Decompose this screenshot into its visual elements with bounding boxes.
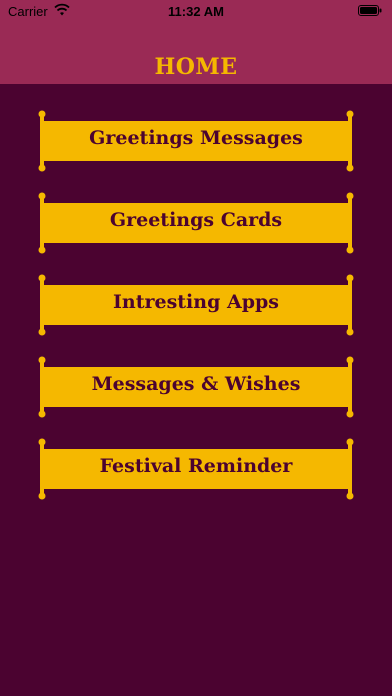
- menu-item-intresting-apps[interactable]: Intresting Apps: [36, 274, 356, 336]
- menu-item-label: Intresting Apps: [113, 291, 279, 313]
- battery-icon: [358, 5, 382, 16]
- top-bar: Carrier 11:32 AM HOME: [0, 0, 392, 84]
- status-time: 11:32 AM: [168, 4, 224, 19]
- menu-item-messages-wishes[interactable]: Messages & Wishes: [36, 356, 356, 418]
- page-title: HOME: [154, 54, 238, 80]
- menu-item-label: Greetings Messages: [89, 127, 303, 149]
- menu-item-festival-reminder[interactable]: Festival Reminder: [36, 438, 356, 500]
- status-bar: Carrier 11:32 AM: [0, 0, 392, 22]
- home-menu: Greetings Messages Greetings Cards Intre…: [36, 110, 356, 520]
- menu-item-label: Festival Reminder: [99, 455, 293, 477]
- menu-item-label: Greetings Cards: [109, 209, 283, 231]
- menu-item-greetings-cards[interactable]: Greetings Cards: [36, 192, 356, 254]
- menu-item-greetings-messages[interactable]: Greetings Messages: [36, 110, 356, 172]
- menu-item-label: Messages & Wishes: [91, 373, 301, 395]
